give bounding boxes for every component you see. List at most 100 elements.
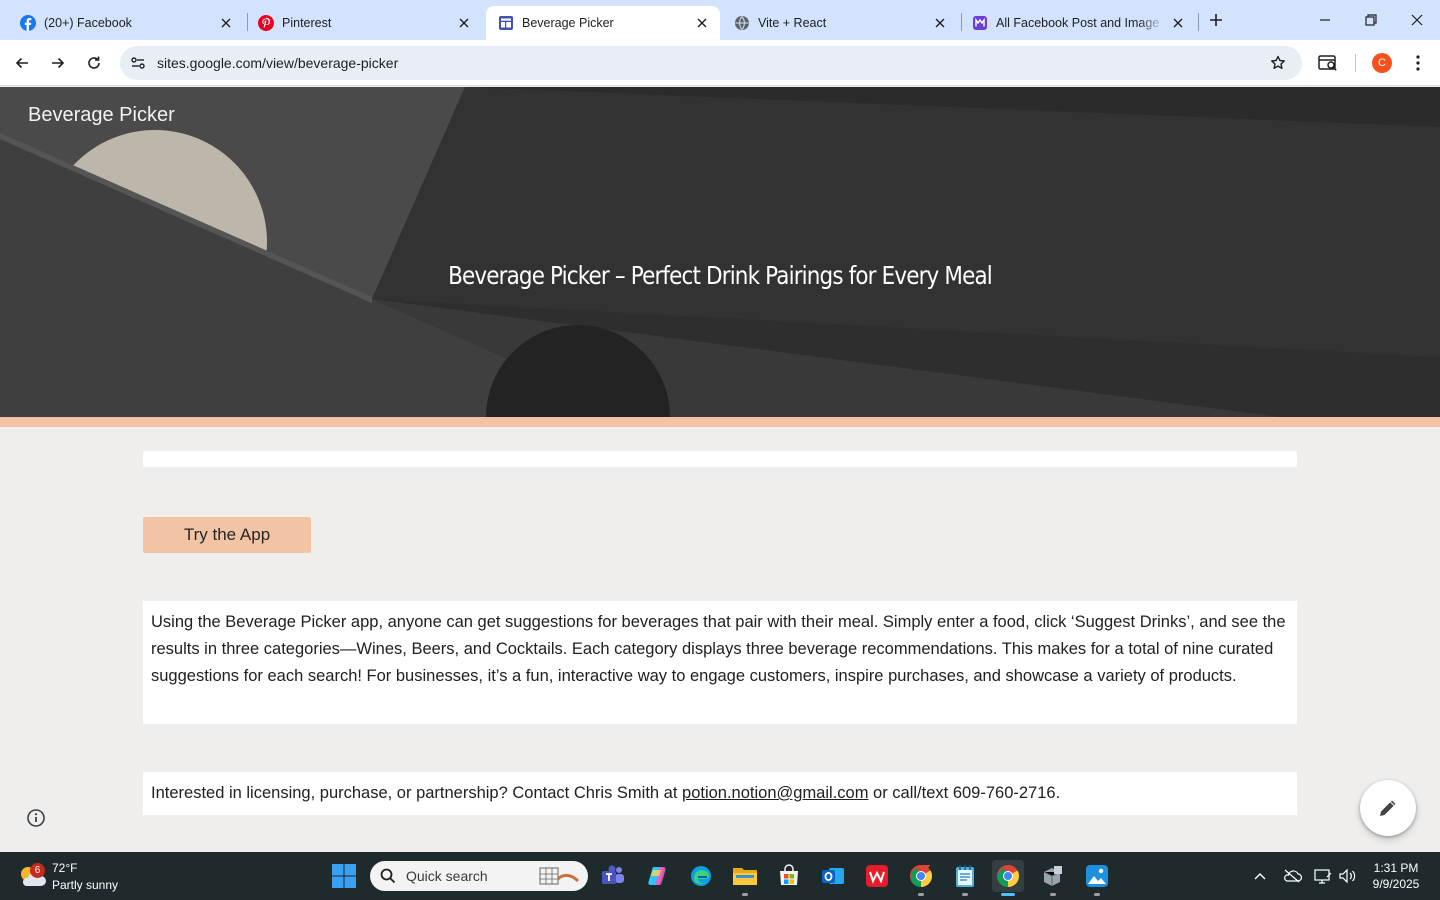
- outlook-icon: [822, 868, 844, 884]
- running-indicator: [918, 893, 924, 896]
- photos-app[interactable]: [1081, 860, 1113, 896]
- cloud-offline-icon: [1284, 869, 1302, 883]
- back-button[interactable]: [8, 49, 36, 77]
- wps-office-app[interactable]: [861, 860, 893, 892]
- tab-pinterest[interactable]: Pinterest: [246, 6, 482, 40]
- running-indicator: [742, 893, 748, 896]
- network-icon: [1314, 869, 1332, 884]
- search-highlight-icon: [539, 867, 580, 885]
- weather-widget[interactable]: 6 72°F Partly sunny: [18, 858, 148, 894]
- site-info-button[interactable]: [24, 806, 48, 830]
- forward-button[interactable]: [44, 49, 72, 77]
- google-sites-icon: [498, 15, 514, 31]
- onedrive-status[interactable]: [1282, 866, 1302, 886]
- address-bar[interactable]: sites.google.com/view/beverage-picker: [120, 46, 1302, 80]
- close-icon[interactable]: [1170, 15, 1186, 31]
- tab-facebook[interactable]: (20+) Facebook: [8, 6, 244, 40]
- reload-icon: [88, 56, 100, 69]
- weather-temperature: 72°F: [52, 861, 78, 875]
- tab-strip: (20+) Facebook Pinterest Beverage Picker…: [0, 0, 1440, 40]
- tab-title: (20+) Facebook: [44, 16, 132, 30]
- notepad-icon: [956, 865, 974, 887]
- chrome-app-active[interactable]: [992, 860, 1024, 896]
- chevron-up-icon: [1254, 873, 1266, 880]
- search-icon: [380, 868, 396, 884]
- tab-vite-react[interactable]: Vite + React: [722, 6, 958, 40]
- start-button[interactable]: [330, 862, 358, 890]
- windows-taskbar: 6 72°F Partly sunny Quick search 1:31 PM…: [0, 852, 1440, 900]
- file-explorer-app[interactable]: [729, 860, 761, 896]
- installer-app[interactable]: [1037, 860, 1069, 896]
- notification-badge: 6: [30, 863, 45, 878]
- photos-icon: [1086, 865, 1108, 887]
- store-icon: [780, 864, 798, 885]
- reload-button[interactable]: [80, 49, 108, 77]
- browser-menu-button[interactable]: [1406, 51, 1430, 75]
- show-hidden-icons-button[interactable]: [1250, 866, 1270, 886]
- toolbar-divider: [1355, 54, 1356, 72]
- running-indicator: [1094, 893, 1100, 896]
- restore-button[interactable]: [1348, 0, 1394, 40]
- active-indicator: [1001, 893, 1015, 896]
- edit-button[interactable]: [1360, 780, 1416, 836]
- search-page-icon: [1318, 55, 1337, 71]
- site-name[interactable]: Beverage Picker: [28, 104, 175, 127]
- contact-email-link[interactable]: potion.notion@gmail.com: [682, 784, 868, 802]
- weather-condition: Partly sunny: [52, 878, 119, 892]
- more-vertical-icon: [1416, 55, 1420, 71]
- outlook-app[interactable]: [817, 860, 849, 892]
- edge-app[interactable]: [685, 860, 717, 892]
- contact-suffix: or call/text 609-760-2716.: [868, 784, 1061, 802]
- hero-background-image: [0, 87, 1440, 417]
- description-text: Using the Beverage Picker app, anyone ca…: [143, 601, 1297, 724]
- network-status[interactable]: [1313, 866, 1333, 886]
- minimize-button[interactable]: [1302, 0, 1348, 40]
- contact-text: Interested in licensing, purchase, or pa…: [143, 772, 1297, 815]
- url-text: sites.google.com/view/beverage-picker: [157, 55, 399, 71]
- pinterest-icon: [258, 15, 274, 31]
- teams-icon: [602, 865, 624, 884]
- windows-logo-icon: [332, 864, 356, 888]
- microsoft-store-app[interactable]: [773, 860, 805, 892]
- tab-facebook-post-saver[interactable]: All Facebook Post and Image S: [960, 6, 1196, 40]
- notepad-app[interactable]: [949, 860, 981, 896]
- folder-icon: [733, 868, 757, 885]
- reading-mode-button[interactable]: [1316, 51, 1340, 75]
- copilot-app[interactable]: [641, 860, 673, 892]
- tab-beverage-picker[interactable]: Beverage Picker: [486, 6, 720, 40]
- volume-control[interactable]: [1338, 866, 1358, 886]
- browser-toolbar: sites.google.com/view/beverage-picker: [0, 40, 1440, 86]
- system-clock[interactable]: 1:31 PM 9/9/2025: [1360, 860, 1432, 892]
- new-tab-button[interactable]: [1204, 8, 1228, 32]
- info-icon: [27, 809, 45, 827]
- close-window-button[interactable]: [1394, 0, 1440, 40]
- embed-placeholder: [143, 451, 1297, 467]
- wps-icon: [866, 865, 888, 887]
- site-info-icon[interactable]: [126, 51, 150, 75]
- bookmark-star-icon[interactable]: [1268, 53, 1288, 73]
- close-icon[interactable]: [456, 15, 472, 31]
- contact-prefix: Interested in licensing, purchase, or pa…: [151, 784, 683, 802]
- running-indicator: [962, 893, 968, 896]
- taskbar-search[interactable]: Quick search: [370, 861, 588, 891]
- copilot-icon: [648, 867, 666, 885]
- close-icon[interactable]: [694, 15, 710, 31]
- pencil-icon: [1380, 800, 1396, 816]
- chrome-app[interactable]: [905, 860, 937, 896]
- hero-banner: Beverage Picker Beverage Picker – Perfec…: [0, 87, 1440, 417]
- running-indicator: [1050, 893, 1056, 896]
- accent-divider: [0, 417, 1440, 427]
- tab-title: Pinterest: [282, 16, 332, 30]
- clock-date: 9/9/2025: [1372, 877, 1420, 891]
- restore-icon: [1365, 14, 1377, 26]
- close-icon[interactable]: [932, 15, 948, 31]
- chrome-icon: [997, 865, 1019, 887]
- close-icon[interactable]: [218, 15, 234, 31]
- arrow-left-icon: [15, 57, 28, 69]
- profile-avatar[interactable]: C: [1372, 53, 1392, 73]
- minimize-icon: [1320, 19, 1330, 21]
- teams-app[interactable]: [597, 860, 629, 892]
- try-the-app-button[interactable]: Try the App: [143, 517, 311, 553]
- tab-title: Vite + React: [758, 16, 827, 30]
- page-title: Beverage Picker – Perfect Drink Pairings…: [448, 261, 993, 290]
